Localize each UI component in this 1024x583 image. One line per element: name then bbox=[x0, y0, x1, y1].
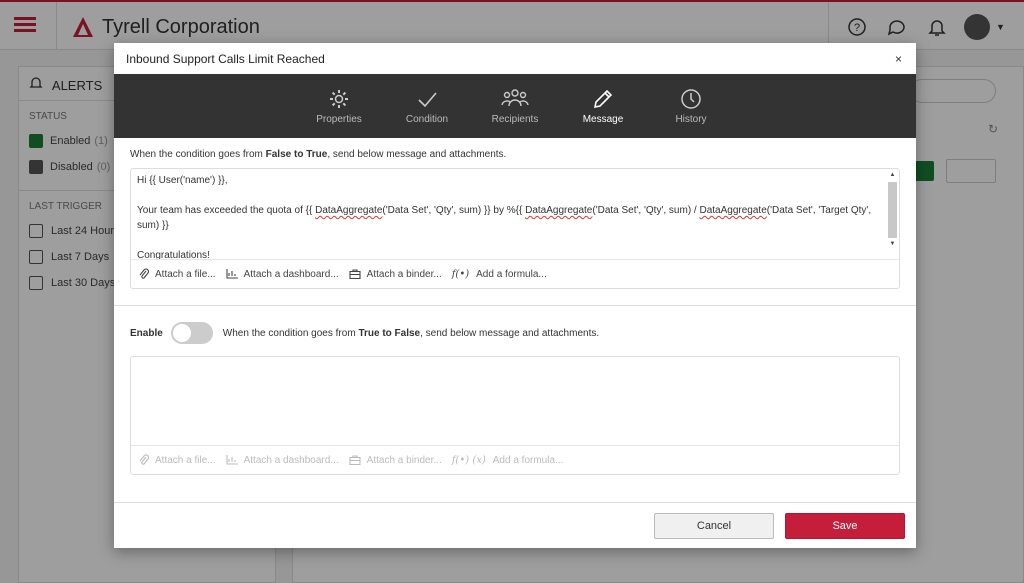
briefcase-icon bbox=[349, 269, 361, 279]
paperclip-icon bbox=[139, 454, 149, 465]
description-emphasis: False to True bbox=[265, 149, 328, 160]
true-to-false-description: When the condition goes from True to Fal… bbox=[223, 328, 599, 339]
attach-dashboard-button: Attach a dashboard... bbox=[226, 455, 339, 466]
description-text: , send below message and attachments. bbox=[327, 149, 507, 160]
close-icon[interactable]: × bbox=[895, 52, 902, 66]
message-line: Your team has exceeded the quota of {{ D… bbox=[137, 203, 881, 233]
tab-history[interactable]: History bbox=[647, 74, 735, 138]
enable-toggle[interactable] bbox=[170, 322, 213, 344]
message-textarea-disabled bbox=[131, 357, 899, 445]
dialog-tabbar: Properties Condition Recipients Message … bbox=[114, 74, 916, 138]
briefcase-icon bbox=[349, 455, 361, 465]
add-formula-button[interactable]: f(•) Add a formula... bbox=[452, 269, 547, 280]
attach-label: Add a formula... bbox=[492, 454, 564, 466]
description-text: When the condition goes from bbox=[130, 149, 266, 160]
description-text: , send below message and attachments. bbox=[420, 327, 600, 339]
alert-edit-dialog: Inbound Support Calls Limit Reached × Pr… bbox=[114, 43, 916, 548]
message-editor-disabled: Attach a file... Attach a dashboard... A… bbox=[130, 356, 900, 475]
attach-label: Add a formula... bbox=[476, 268, 547, 280]
dialog-header: Inbound Support Calls Limit Reached × bbox=[114, 43, 916, 74]
tab-label: Message bbox=[582, 114, 624, 125]
attach-file-button: Attach a file... bbox=[139, 454, 216, 466]
message-line: Congratulations! bbox=[137, 250, 210, 259]
description-emphasis: True to False bbox=[358, 327, 421, 339]
tab-properties[interactable]: Properties bbox=[295, 74, 383, 138]
attach-binder-button: Attach a binder... bbox=[349, 455, 442, 466]
save-button[interactable]: Save bbox=[785, 512, 905, 539]
toggle-knob bbox=[172, 324, 191, 342]
pencil-icon bbox=[593, 89, 613, 109]
tab-recipients[interactable]: Recipients bbox=[471, 74, 559, 138]
formula-function: DataAggregate bbox=[525, 205, 593, 216]
message-text: Your team has exceeded the quota of {{ bbox=[137, 205, 316, 216]
attachment-toolbar-disabled: Attach a file... Attach a dashboard... A… bbox=[131, 445, 899, 474]
tab-message[interactable]: Message bbox=[559, 74, 647, 138]
scroll-down-icon[interactable]: ▼ bbox=[888, 240, 897, 249]
checkmark-icon bbox=[418, 92, 437, 108]
message-textarea[interactable]: Hi {{ User('name') }}, Your team has exc… bbox=[131, 169, 899, 259]
attach-label: Attach a binder... bbox=[366, 268, 442, 280]
formula-icon: f(•) bbox=[451, 268, 470, 280]
message-line: Hi {{ User('name') }}, bbox=[137, 175, 228, 186]
enable-label: Enable bbox=[130, 327, 163, 339]
attach-label: Attach a file... bbox=[155, 454, 216, 466]
people-icon bbox=[501, 89, 529, 107]
chart-icon bbox=[226, 269, 238, 279]
dialog-title: Inbound Support Calls Limit Reached bbox=[126, 51, 325, 66]
false-to-true-section: When the condition goes from False to Tr… bbox=[114, 138, 916, 289]
formula-function: DataAggregate bbox=[699, 205, 767, 216]
scroll-up-icon[interactable]: ▲ bbox=[888, 171, 897, 180]
clock-icon bbox=[681, 89, 701, 109]
attach-label: Attach a dashboard... bbox=[243, 268, 339, 280]
tab-label: Recipients bbox=[491, 114, 539, 125]
formula-function: DataAggregate bbox=[315, 205, 383, 216]
attachment-toolbar: Attach a file... Attach a dashboard... A… bbox=[131, 259, 899, 288]
attach-dashboard-button[interactable]: Attach a dashboard... bbox=[226, 269, 339, 280]
tab-label: History bbox=[675, 114, 707, 125]
false-to-true-description: When the condition goes from False to Tr… bbox=[130, 149, 900, 160]
message-editor: Hi {{ User('name') }}, Your team has exc… bbox=[130, 168, 900, 289]
description-text: When the condition goes from bbox=[222, 327, 359, 339]
chart-icon bbox=[226, 455, 238, 465]
attach-label: Attach a binder... bbox=[366, 454, 442, 466]
attach-label: Attach a dashboard... bbox=[243, 454, 339, 466]
formula-icon: f(•) (x) bbox=[451, 454, 486, 466]
message-text: ('Data Set', 'Qty', sum) / bbox=[592, 205, 700, 216]
dialog-footer: Cancel Save bbox=[114, 502, 916, 548]
gear-icon bbox=[330, 90, 348, 108]
message-text: ('Data Set', 'Qty', sum) }} by %{{ bbox=[382, 205, 526, 216]
attach-file-button[interactable]: Attach a file... bbox=[139, 268, 216, 280]
attach-label: Attach a file... bbox=[155, 268, 216, 280]
tab-label: Condition bbox=[405, 114, 449, 125]
tab-condition[interactable]: Condition bbox=[383, 74, 471, 138]
true-to-false-header: Enable When the condition goes from True… bbox=[114, 306, 916, 344]
attach-binder-button[interactable]: Attach a binder... bbox=[349, 269, 442, 280]
paperclip-icon bbox=[139, 268, 149, 279]
scrollbar-thumb[interactable] bbox=[888, 182, 897, 238]
add-formula-button: f(•) (x) Add a formula... bbox=[452, 455, 564, 466]
cancel-button[interactable]: Cancel bbox=[654, 512, 774, 539]
tab-label: Properties bbox=[316, 114, 362, 125]
scrollbar[interactable]: ▲ ▼ bbox=[888, 171, 897, 255]
